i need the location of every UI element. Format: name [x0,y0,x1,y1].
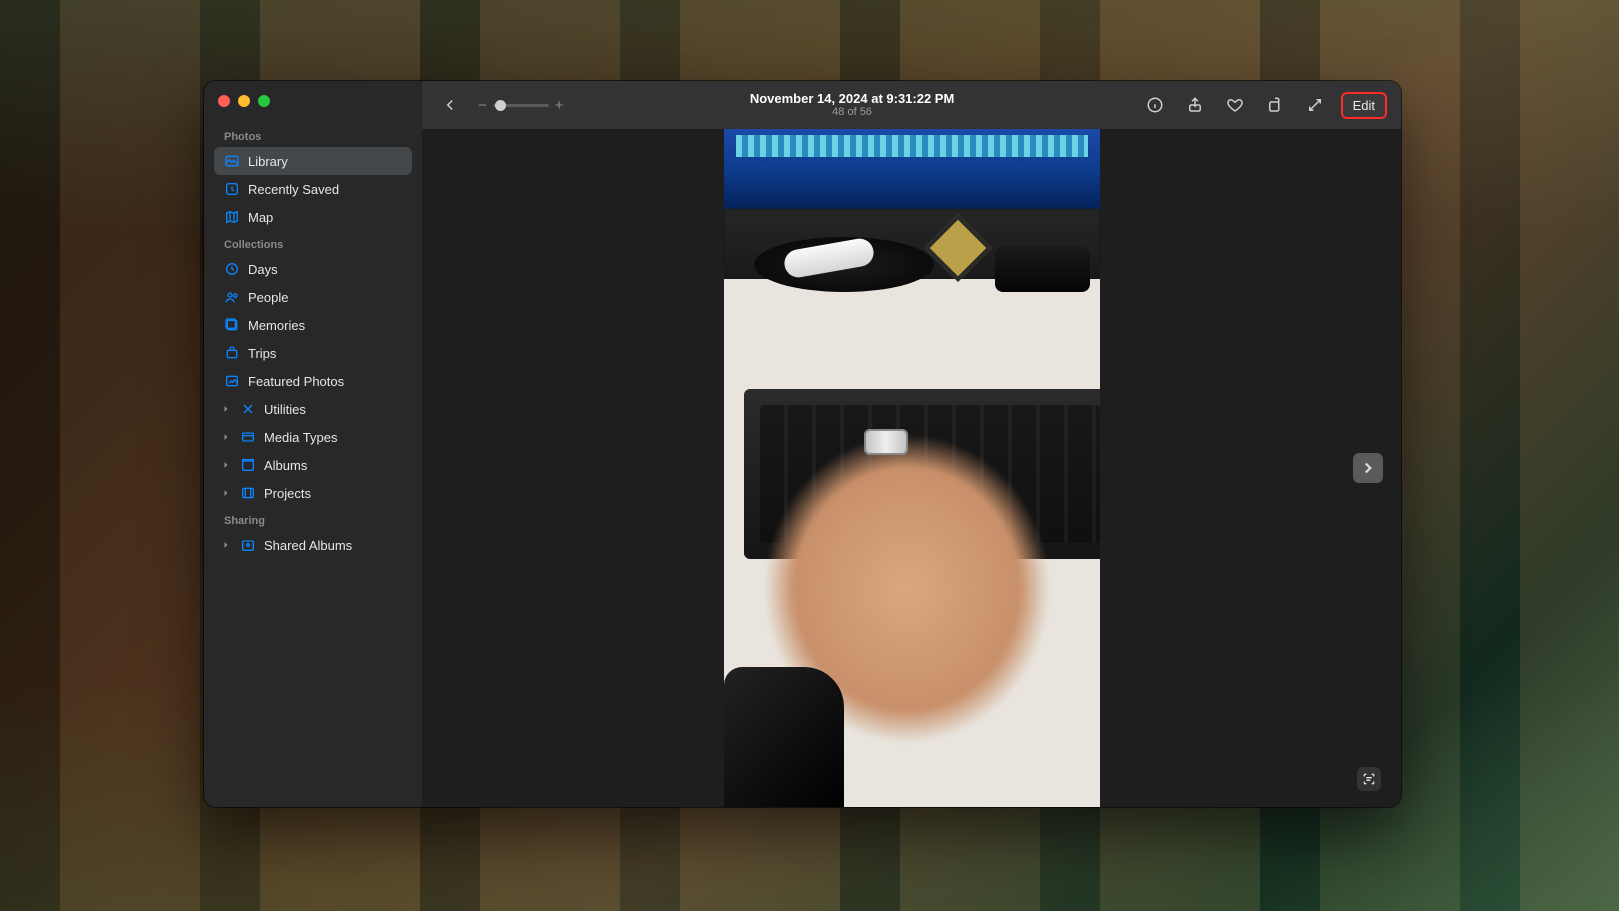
albums-icon [240,457,256,473]
photos-app-window: Photos Library Recently Saved Map Collec… [204,81,1401,807]
sidebar-item-label: Media Types [264,430,402,445]
rotate-button[interactable] [1261,91,1289,119]
photo-region-ring [864,429,908,455]
zoom-window-button[interactable] [258,95,270,107]
window-controls [214,91,412,123]
memories-icon [224,317,240,333]
sidebar-item-memories[interactable]: Memories [214,311,412,339]
photo-counter: 48 of 56 [578,106,1127,119]
sidebar-item-label: Featured Photos [248,374,402,389]
zoom-thumb[interactable] [495,100,506,111]
live-text-button[interactable] [1357,767,1381,791]
trips-icon [224,345,240,361]
info-button[interactable] [1141,91,1169,119]
sidebar-item-label: Map [248,210,402,225]
sidebar: Photos Library Recently Saved Map Collec… [204,81,422,807]
share-button[interactable] [1181,91,1209,119]
sidebar-section-collections-header: Collections [214,231,412,255]
chevron-right-icon[interactable] [220,457,232,473]
minimize-window-button[interactable] [238,95,250,107]
toolbar-title-group: November 14, 2024 at 9:31:22 PM 48 of 56 [578,91,1127,120]
sidebar-item-albums[interactable]: Albums [214,451,412,479]
favorite-button[interactable] [1221,91,1249,119]
chevron-right-icon[interactable] [220,401,232,417]
sidebar-item-library[interactable]: Library [214,147,412,175]
photo-region-monitor [724,129,1100,209]
days-icon [224,261,240,277]
photo-region-phone [995,247,1090,292]
recently-saved-icon [224,181,240,197]
sidebar-item-label: Library [248,154,402,169]
sidebar-section-photos-header: Photos [214,123,412,147]
edit-button[interactable]: Edit [1341,92,1387,119]
next-photo-button[interactable] [1353,453,1383,483]
toolbar-actions: Edit [1141,91,1387,119]
auto-enhance-button[interactable] [1301,91,1329,119]
sidebar-item-media-types[interactable]: Media Types [214,423,412,451]
map-icon [224,209,240,225]
sidebar-item-recently-saved[interactable]: Recently Saved [214,175,412,203]
sidebar-item-label: Trips [248,346,402,361]
sidebar-item-projects[interactable]: Projects [214,479,412,507]
sidebar-item-shared-albums[interactable]: Shared Albums [214,531,412,559]
chevron-right-icon[interactable] [220,485,232,501]
zoom-slider[interactable]: − + [478,97,564,114]
photo-region-watch [724,667,844,807]
sidebar-section-sharing-header: Sharing [214,507,412,531]
sidebar-item-label: Utilities [264,402,402,417]
sidebar-item-label: Days [248,262,402,277]
chevron-right-icon[interactable] [220,537,232,553]
sidebar-item-label: Shared Albums [264,538,402,553]
toolbar: − + November 14, 2024 at 9:31:22 PM 48 o… [422,81,1401,129]
sidebar-item-label: Projects [264,486,402,501]
media-types-icon [240,429,256,445]
sidebar-item-days[interactable]: Days [214,255,412,283]
photo-date-title: November 14, 2024 at 9:31:22 PM [578,91,1127,107]
close-window-button[interactable] [218,95,230,107]
edit-button-label: Edit [1353,98,1375,113]
photo-viewer[interactable] [422,129,1401,807]
zoom-out-label[interactable]: − [478,97,487,114]
sidebar-item-map[interactable]: Map [214,203,412,231]
sidebar-item-utilities[interactable]: Utilities [214,395,412,423]
sidebar-item-trips[interactable]: Trips [214,339,412,367]
back-button[interactable] [436,91,464,119]
chevron-right-icon[interactable] [220,429,232,445]
shared-albums-icon [240,537,256,553]
main-pane: − + November 14, 2024 at 9:31:22 PM 48 o… [422,81,1401,807]
zoom-in-label[interactable]: + [555,97,564,114]
library-icon [224,153,240,169]
people-icon [224,289,240,305]
projects-icon [240,485,256,501]
sidebar-item-people[interactable]: People [214,283,412,311]
sidebar-item-label: People [248,290,402,305]
utilities-icon [240,401,256,417]
sidebar-item-label: Recently Saved [248,182,402,197]
featured-icon [224,373,240,389]
sidebar-item-featured-photos[interactable]: Featured Photos [214,367,412,395]
zoom-track[interactable] [493,104,549,107]
photo-content [724,129,1100,807]
sidebar-item-label: Albums [264,458,402,473]
sidebar-item-label: Memories [248,318,402,333]
